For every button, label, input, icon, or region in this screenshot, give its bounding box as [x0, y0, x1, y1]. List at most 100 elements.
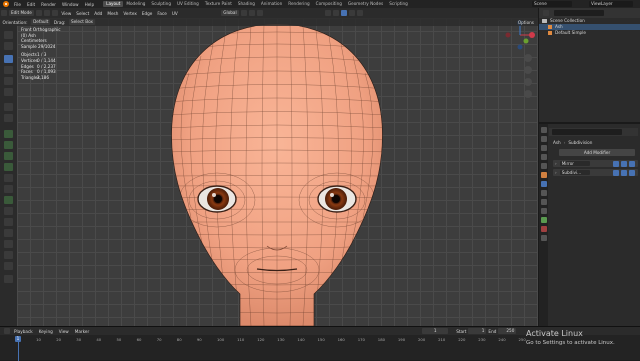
workspace-tab-geometry-nodes[interactable]: Geometry Nodes — [345, 1, 386, 7]
3d-viewport[interactable] — [17, 18, 538, 326]
workspace-tab-modeling[interactable]: Modeling — [123, 1, 148, 7]
output-tab-icon[interactable] — [540, 145, 547, 151]
realtime-toggle-icon[interactable] — [621, 160, 627, 167]
move-tool-icon[interactable] — [4, 55, 13, 63]
extrude-tool-icon[interactable] — [4, 130, 13, 138]
edge-select-icon[interactable] — [43, 10, 50, 16]
scene-selector[interactable]: Scene — [532, 0, 572, 8]
overlay-toggle-icon[interactable] — [324, 10, 331, 16]
face-select-icon[interactable] — [51, 10, 58, 16]
edit-mode-toggle-icon[interactable] — [613, 160, 619, 167]
modifier-name[interactable]: Subdivi... — [559, 169, 590, 176]
edit-tool-icon[interactable] — [4, 275, 13, 283]
measure-tool-icon[interactable] — [4, 114, 13, 122]
inset-tool-icon[interactable] — [4, 141, 13, 149]
menu-mesh[interactable]: Mesh — [105, 11, 121, 16]
shrink-fatten-tool-icon[interactable] — [4, 229, 13, 237]
scene-field[interactable]: Scene — [532, 1, 572, 7]
menu-edit[interactable]: Edit — [24, 2, 38, 7]
viewport-menu-header: Edit Mode View Select Add Mesh Vertex Ed… — [0, 8, 538, 18]
menu-render[interactable]: Render — [38, 2, 59, 7]
edge-slide-tool-icon[interactable] — [4, 218, 13, 226]
realtime-toggle-icon[interactable] — [621, 169, 627, 176]
poly-build-tool-icon[interactable] — [4, 185, 13, 193]
workspace-tab-uv-editing[interactable]: UV Editing — [174, 1, 202, 7]
drag-dropdown-2[interactable]: Select Box — [68, 19, 96, 25]
menu-uv[interactable]: UV — [169, 11, 180, 16]
menu-help[interactable]: Help — [82, 2, 98, 7]
rotate-tool-icon[interactable] — [4, 66, 13, 74]
view-layer-selector[interactable]: ViewLayer — [589, 0, 633, 8]
view-layer-field[interactable]: ViewLayer — [589, 1, 633, 7]
render-toggle-icon[interactable] — [629, 169, 635, 176]
orientation-dropdown-2[interactable]: Default — [31, 19, 51, 25]
modifier-name[interactable]: Mirror — [559, 160, 590, 167]
knife-tool-icon[interactable] — [4, 174, 13, 182]
options-menu-2[interactable]: Options — [514, 20, 538, 25]
vertex-select-icon[interactable] — [35, 10, 42, 16]
menu-edge[interactable]: Edge — [139, 11, 155, 16]
properties-search-input[interactable] — [552, 129, 622, 135]
scale-tool-icon[interactable] — [4, 77, 13, 85]
shear-tool-icon[interactable] — [4, 240, 13, 248]
shading-rendered-icon[interactable] — [356, 10, 363, 16]
transform-orientation-dropdown[interactable]: Global — [221, 10, 239, 16]
rip-tool-icon[interactable] — [4, 251, 13, 259]
material-tab-icon[interactable] — [540, 226, 547, 232]
spin-tool-icon[interactable] — [4, 196, 13, 204]
outliner-item-default-simple[interactable]: Default Simple — [539, 30, 640, 36]
modifier-row-subdivision[interactable]: › Subdivi... — [553, 169, 638, 176]
render-toggle-icon[interactable] — [629, 160, 635, 167]
modifier-row-mirror[interactable]: › Mirror — [553, 160, 638, 167]
menu-select[interactable]: Select — [74, 11, 92, 16]
camera-view-icon[interactable] — [524, 78, 532, 86]
modifier-tab-icon[interactable] — [540, 181, 547, 187]
rip-region-tool-icon[interactable] — [4, 262, 13, 270]
particles-tab-icon[interactable] — [540, 190, 547, 196]
menu-file[interactable]: File — [11, 2, 24, 7]
pivot-icon[interactable] — [240, 10, 247, 16]
smooth-tool-icon[interactable] — [4, 207, 13, 215]
menu-add[interactable]: Add — [92, 11, 105, 16]
workspace-tab-animation[interactable]: Animation — [258, 1, 285, 7]
editor-type-icon[interactable] — [1, 10, 7, 16]
annotate-tool-icon[interactable] — [4, 103, 13, 111]
workspace-tab-sculpting[interactable]: Sculpting — [148, 1, 174, 7]
workspace-tab-layout[interactable]: Layout — [103, 1, 124, 7]
outliner-editor-icon[interactable] — [543, 10, 549, 16]
xray-icon[interactable] — [332, 10, 339, 16]
menu-vertex[interactable]: Vertex — [121, 11, 139, 16]
menu-face[interactable]: Face — [155, 11, 169, 16]
render-tab-icon[interactable] — [540, 136, 547, 142]
zoom-icon[interactable] — [524, 54, 532, 62]
workspace-tab-shading[interactable]: Shading — [235, 1, 258, 7]
menu-window[interactable]: Window — [59, 2, 82, 7]
timeline-tick-label: 130 — [277, 337, 285, 342]
texture-tab-icon[interactable] — [540, 235, 547, 241]
snap-icon[interactable] — [248, 10, 255, 16]
bevel-tool-icon[interactable] — [4, 152, 13, 160]
menu-view[interactable]: View — [59, 11, 74, 16]
workspace-tab-scripting[interactable]: Scripting — [386, 1, 411, 7]
workspace-tab-texture-paint[interactable]: Texture Paint — [202, 1, 235, 7]
edit-mode-toggle-icon[interactable] — [613, 169, 619, 176]
outliner-search-input[interactable] — [554, 10, 604, 16]
grid-view-icon[interactable] — [524, 90, 532, 98]
proportional-edit-icon[interactable] — [256, 10, 263, 16]
loop-cut-tool-icon[interactable] — [4, 163, 13, 171]
workspace-tab-compositing[interactable]: Compositing — [313, 1, 345, 7]
transform-tool-icon[interactable] — [4, 88, 13, 96]
constraints-tab-icon[interactable] — [540, 208, 547, 214]
physics-tab-icon[interactable] — [540, 199, 547, 205]
blender-logo-icon[interactable] — [3, 1, 9, 7]
data-tab-icon[interactable] — [540, 217, 547, 223]
select-box-tool-icon[interactable] — [4, 31, 13, 39]
shading-material-icon[interactable] — [348, 10, 355, 16]
mode-dropdown[interactable]: Edit Mode — [9, 10, 34, 16]
shading-solid-icon[interactable] — [340, 10, 347, 16]
tool-tab-icon[interactable] — [540, 127, 547, 133]
workspace-tab-rendering[interactable]: Rendering — [285, 1, 312, 7]
cursor-tool-icon[interactable] — [4, 42, 13, 50]
pan-hand-icon[interactable] — [524, 66, 532, 74]
add-modifier-button[interactable]: Add Modifier — [559, 149, 635, 156]
